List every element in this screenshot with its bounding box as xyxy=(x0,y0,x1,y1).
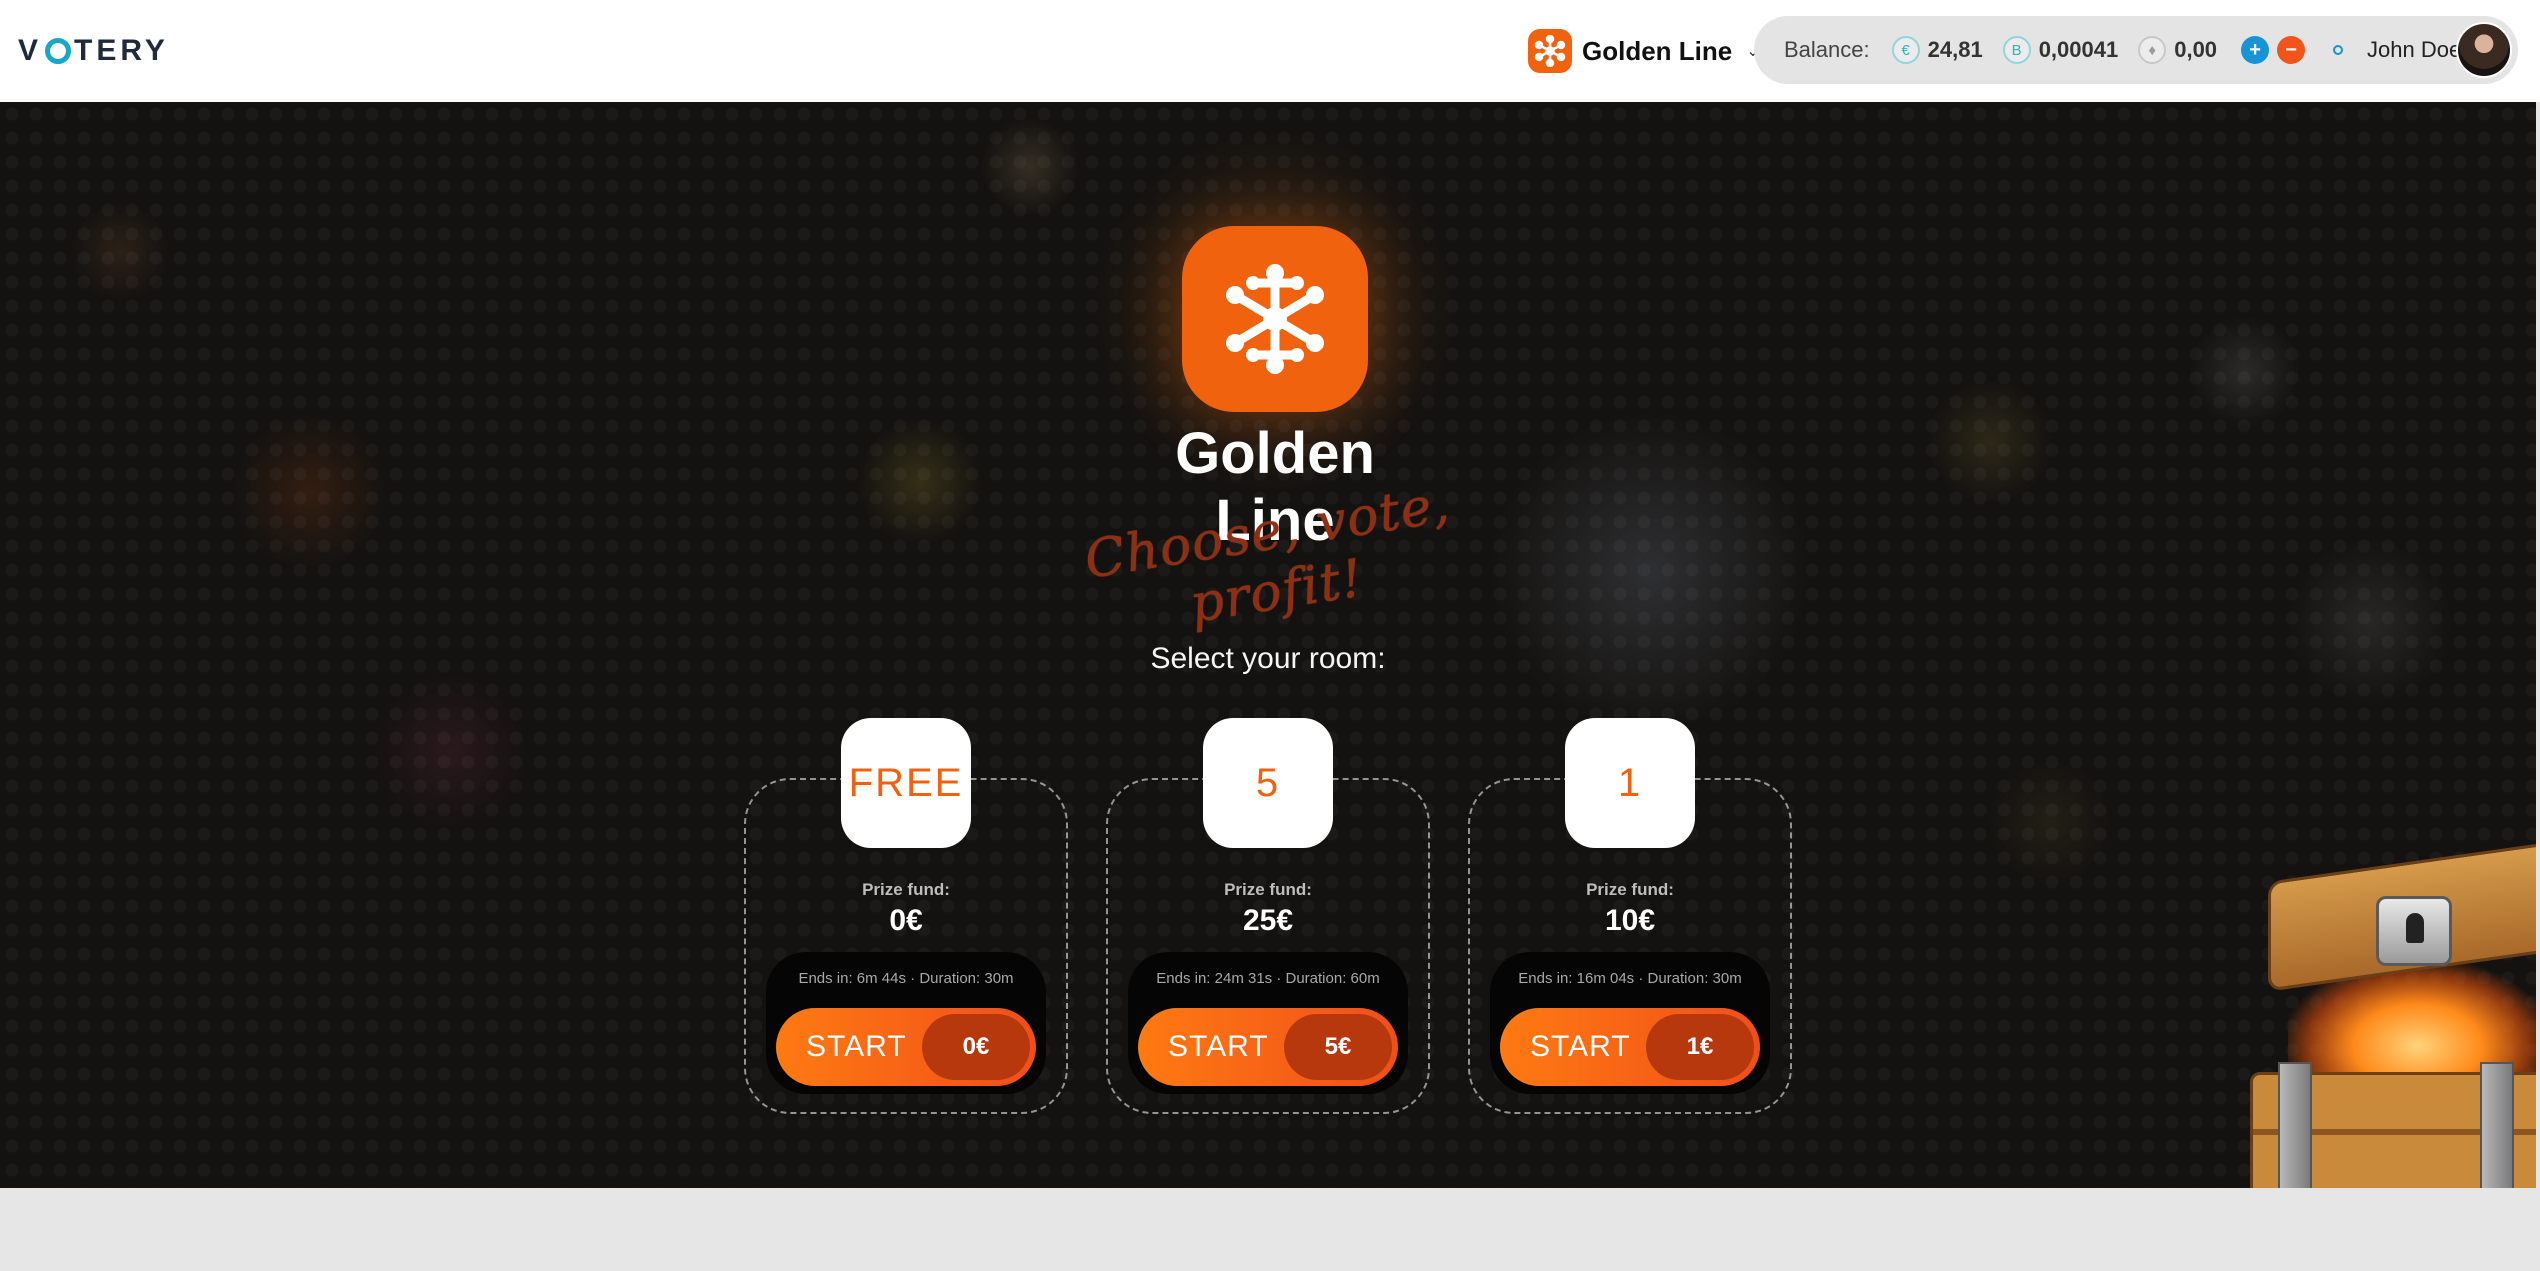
balance-eth: ♦ 0,00 xyxy=(2138,36,2217,64)
start-label: START xyxy=(1530,1030,1631,1063)
start-button-1[interactable]: START 1€ xyxy=(1500,1008,1760,1086)
room-timer: Ends in: 16m 04s · Duration: 30m xyxy=(1518,970,1742,987)
room-badge-5: 5 xyxy=(1203,718,1333,848)
start-button-5[interactable]: START 5€ xyxy=(1138,1008,1398,1086)
room-panel: Ends in: 6m 44s · Duration: 30m START 0€ xyxy=(766,952,1046,1094)
ethereum-coin-icon: ♦ xyxy=(2138,36,2167,64)
withdraw-button[interactable]: − xyxy=(2277,36,2306,64)
prize-fund-value: 10€ xyxy=(1604,904,1656,937)
start-label: START xyxy=(1168,1030,1269,1063)
page-footer-area xyxy=(0,1188,2540,1271)
balance-btc-value: 0,00041 xyxy=(2038,37,2119,62)
select-room-label: Select your room: xyxy=(1150,642,1386,675)
prize-fund-label: Prize fund: xyxy=(862,880,950,899)
balance-eur: € 24,81 xyxy=(1891,36,1983,64)
game-selector[interactable]: Golden Line ⌄ xyxy=(1528,28,1760,74)
user-name[interactable]: John Doe xyxy=(2367,37,2461,63)
entry-price: 1€ xyxy=(1646,1014,1754,1080)
balance-btc: B 0,00041 xyxy=(2002,36,2119,64)
game-hero: Golden Line Choose, vote, profit! Select… xyxy=(0,102,2536,1188)
status-ring-icon xyxy=(2333,45,2344,55)
room-badge-1: 1 xyxy=(1565,718,1695,848)
votery-logo[interactable]: V TERY xyxy=(18,32,169,70)
prize-fund-value: 0€ xyxy=(889,904,923,937)
balance-eur-value: 24,81 xyxy=(1927,37,1983,62)
molecule-icon xyxy=(1528,29,1572,73)
prize-fund-value: 25€ xyxy=(1242,904,1294,937)
balance-eth-value: 0,00 xyxy=(2174,37,2218,62)
bitcoin-coin-icon: B xyxy=(2002,36,2031,64)
prize-fund-label: Prize fund: xyxy=(1224,880,1312,899)
molecule-logo-icon xyxy=(1182,226,1368,412)
prize-fund-label: Prize fund: xyxy=(1586,880,1674,899)
room-timer: Ends in: 24m 31s · Duration: 60m xyxy=(1156,970,1380,987)
room-panel: Ends in: 16m 04s · Duration: 30m START 1… xyxy=(1490,952,1770,1094)
game-name: Golden Line xyxy=(1582,35,1733,66)
room-panel: Ends in: 24m 31s · Duration: 60m START 5… xyxy=(1128,952,1408,1094)
entry-price: 0€ xyxy=(922,1014,1030,1080)
start-button-free[interactable]: START 0€ xyxy=(776,1008,1036,1086)
euro-coin-icon: € xyxy=(1891,36,1920,64)
balance-bar: Balance: € 24,81 B 0,00041 ♦ 0,00 + − Jo… xyxy=(1754,16,2518,84)
room-timer: Ends in: 6m 44s · Duration: 30m xyxy=(798,970,1014,987)
padlock-icon xyxy=(2376,896,2452,966)
treasure-chest-icon[interactable] xyxy=(2248,842,2536,1188)
entry-price: 5€ xyxy=(1284,1014,1392,1080)
logo-ring-icon xyxy=(45,38,72,64)
top-bar: V TERY Golden Line ⌄ Balance: € 24,81 B 0… xyxy=(0,0,2540,102)
deposit-button[interactable]: + xyxy=(2241,36,2270,64)
start-label: START xyxy=(806,1030,907,1063)
avatar[interactable] xyxy=(2456,22,2512,78)
balance-label: Balance: xyxy=(1784,37,1870,62)
room-badge-free: FREE xyxy=(841,718,971,848)
